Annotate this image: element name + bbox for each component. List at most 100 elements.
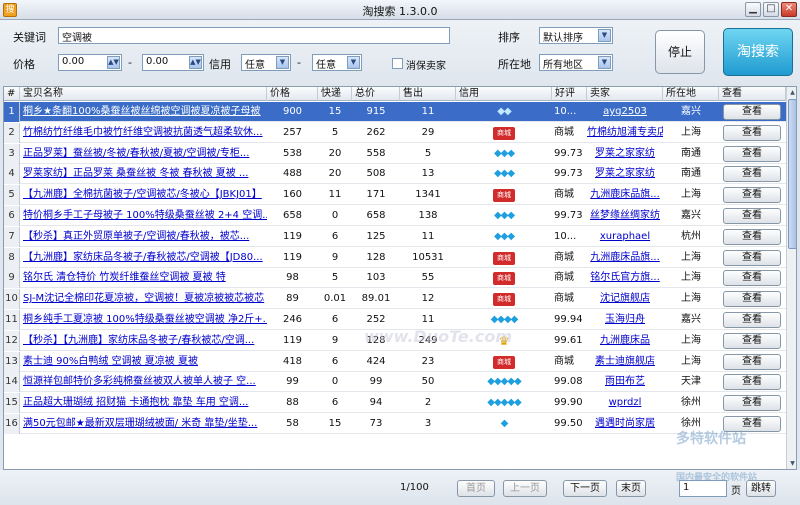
column-header[interactable]: 价格	[267, 87, 318, 101]
scroll-thumb[interactable]	[788, 99, 796, 249]
seller-link[interactable]: 遇遇时尚家居	[587, 414, 663, 434]
seller-link[interactable]: wprdzl	[587, 393, 663, 413]
view-button[interactable]: 查看	[723, 374, 781, 391]
seller-link[interactable]: 玉海归舟	[587, 310, 663, 330]
keyword-input[interactable]: 空调被	[58, 27, 450, 44]
item-name-link[interactable]: SJ-M沈记全棉印花夏凉被，空调被！夏被凉被被芯被芯	[20, 289, 267, 309]
table-row[interactable]: 7 【秒杀】真正外贸原单被子/空调被/春秋被，被芯... 119 6 125 11 ◆◆◆ 1…	[4, 226, 786, 247]
close-button[interactable]: ✕	[781, 2, 797, 17]
minimize-button[interactable]: ▁	[745, 2, 761, 17]
column-header[interactable]: 售出	[400, 87, 456, 101]
item-name-link[interactable]: 满50元包邮★最新双层珊瑚绒被面/ 米奇 靠垫/坐垫...	[20, 414, 267, 434]
first-page-button[interactable]: 首页	[457, 480, 495, 497]
table-row[interactable]: 5 【九洲鹿】全棉抗菌被子/空调被芯/冬被心【JBKJ01】 160 11 171 134…	[4, 185, 786, 206]
vertical-scrollbar[interactable]: ▲ ▼	[786, 87, 796, 469]
sort-select[interactable]: 默认排序 ▼	[539, 27, 613, 44]
view-button[interactable]: 查看	[723, 395, 781, 412]
view-button[interactable]: 查看	[723, 228, 781, 245]
item-name-link[interactable]: 桐乡纯手工夏凉被 100%特级桑蚕丝被空调被 净2斤+...	[20, 310, 267, 330]
credit-min-select[interactable]: 任意 ▼	[241, 54, 291, 71]
positive-rating: 99.94	[554, 314, 583, 325]
last-page-button[interactable]: 末页	[616, 480, 646, 497]
spin-icon[interactable]: ▲▼	[189, 56, 202, 69]
scroll-up-icon[interactable]: ▲	[787, 87, 796, 98]
item-price: 89	[286, 293, 299, 305]
table-row[interactable]: 10 SJ-M沈记全棉印花夏凉被，空调被！夏被凉被被芯被芯 89 0.01 89.01 1…	[4, 289, 786, 310]
item-name-link[interactable]: 素士迪 90%白鸭绒 空调被 夏凉被 夏被	[20, 352, 267, 372]
location-select[interactable]: 所有地区 ▼	[539, 54, 613, 71]
view-button[interactable]: 查看	[723, 332, 781, 349]
table-row[interactable]: 3 正品罗莱】蚕丝被/冬被/春秋被/夏被/空调被/专柜... 538 20 558 5 ◆◆…	[4, 143, 786, 164]
table-row[interactable]: 8 【九洲鹿】家纺床品冬被子/春秋被芯/空调被【JD80... 119 9 128 105…	[4, 247, 786, 268]
seller-link[interactable]: 铭尔氏官方旗...	[587, 268, 663, 288]
column-header[interactable]: 宝贝名称	[20, 87, 267, 101]
view-button[interactable]: 查看	[723, 145, 781, 162]
consumer-protect-checkbox[interactable]	[392, 58, 403, 69]
results-table: # 宝贝名称 价格 快递 总价 售出 信用 好评 卖家 所在地 查看 1 桐乡★条翻100%桑蚕丝被丝…	[3, 86, 797, 470]
view-button[interactable]: 查看	[723, 270, 781, 287]
view-button[interactable]: 查看	[723, 124, 781, 141]
column-header[interactable]: 所在地	[663, 87, 719, 101]
seller-link[interactable]: 罗莱之家家纺	[587, 164, 663, 184]
item-name-link[interactable]: 特价桐乡手工子母被子 100%特级桑蚕丝被 2+4 空调...	[20, 206, 267, 226]
item-name-link[interactable]: 正品超大珊瑚绒 招财猫 卡通抱枕 靠垫 车用 空调...	[20, 393, 267, 413]
item-name-link[interactable]: 铭尔氏 清仓特价 竹炭纤维蚕丝空调被 夏被 特	[20, 268, 267, 288]
item-name-link[interactable]: 罗莱家纺】正品罗莱 桑蚕丝被 冬被 春秋被 夏被 ...	[20, 164, 267, 184]
row-number: 10	[4, 289, 20, 310]
table-row[interactable]: 16 满50元包邮★最新双层珊瑚绒被面/ 米奇 靠垫/坐垫... 58 15 73 3 ◆ 9…	[4, 414, 786, 434]
table-row[interactable]: 14 恒源祥包邮特价多彩纯棉蚕丝被双人被单人被子 空... 99 0 99 50 ◆◆◆◆◆…	[4, 372, 786, 393]
credit-max-select[interactable]: 任意 ▼	[312, 54, 362, 71]
column-header[interactable]: 卖家	[587, 87, 663, 101]
seller-link[interactable]: xuraphael	[587, 227, 663, 247]
spin-icon[interactable]: ▲▼	[107, 56, 120, 69]
view-button[interactable]: 查看	[723, 249, 781, 266]
column-header[interactable]: 快递	[318, 87, 352, 101]
item-total: 508	[366, 168, 386, 180]
table-row[interactable]: 15 正品超大珊瑚绒 招财猫 卡通抱枕 靠垫 车用 空调... 88 6 94 2 ◆◆◆◆…	[4, 393, 786, 414]
next-page-button[interactable]: 下一页	[563, 480, 607, 497]
view-button[interactable]: 查看	[723, 291, 781, 308]
item-name-link[interactable]: 正品罗莱】蚕丝被/冬被/春秋被/夏被/空调被/专柜...	[20, 144, 267, 164]
seller-credit: ◆◆◆◆◆	[456, 372, 552, 392]
seller-link[interactable]: 竹棉纺旭浦专卖店	[587, 123, 663, 143]
seller-link[interactable]: 雨田布艺	[587, 372, 663, 392]
item-name-link[interactable]: 桐乡★条翻100%桑蚕丝被丝绵被空调被夏凉被子母被	[20, 102, 267, 122]
item-name-link[interactable]: 【九洲鹿】全棉抗菌被子/空调被芯/冬被心【JBKJ01】	[20, 185, 267, 205]
view-button[interactable]: 查看	[723, 104, 781, 120]
seller-link[interactable]: 罗莱之家家纺	[587, 144, 663, 164]
seller-link[interactable]: 九洲鹿床品旗...	[587, 185, 663, 205]
table-row[interactable]: 4 罗莱家纺】正品罗莱 桑蚕丝被 冬被 春秋被 夏被 ... 488 20 508 13 ◆…	[4, 164, 786, 185]
view-button[interactable]: 查看	[723, 353, 781, 370]
column-header[interactable]: #	[4, 87, 20, 101]
view-button[interactable]: 查看	[723, 187, 781, 204]
column-header[interactable]: 好评	[552, 87, 587, 101]
price-max-input[interactable]: 0.00 ▲▼	[142, 54, 204, 71]
column-header[interactable]: 查看	[719, 87, 786, 101]
seller-link[interactable]: ayg2503	[587, 102, 663, 122]
item-name-link[interactable]: 【九洲鹿】家纺床品冬被子/春秋被芯/空调被【JD80...	[20, 248, 267, 268]
item-name-link[interactable]: 【秒杀】真正外贸原单被子/空调被/春秋被，被芯...	[20, 227, 267, 247]
seller-link[interactable]: 九洲鹿床品	[587, 331, 663, 351]
view-button[interactable]: 查看	[723, 208, 781, 224]
view-button[interactable]: 查看	[723, 312, 781, 328]
column-header[interactable]: 总价	[352, 87, 400, 101]
stop-button[interactable]: 停止	[655, 30, 705, 74]
column-header[interactable]: 信用	[456, 87, 552, 101]
seller-link[interactable]: 九洲鹿床品旗...	[587, 248, 663, 268]
price-min-input[interactable]: 0.00 ▲▼	[58, 54, 122, 71]
table-row[interactable]: 6 特价桐乡手工子母被子 100%特级桑蚕丝被 2+4 空调... 658 0 658 1…	[4, 206, 786, 226]
table-row[interactable]: 2 竹棉纺竹纤维毛巾被竹纤维空调被抗菌透气超柔软休... 257 5 262 29 商城 商城…	[4, 122, 786, 143]
search-button[interactable]: 淘搜索	[723, 28, 793, 76]
maximize-button[interactable]: □	[763, 2, 779, 17]
item-name-link[interactable]: 恒源祥包邮特价多彩纯棉蚕丝被双人被单人被子 空...	[20, 372, 267, 392]
seller-link[interactable]: 丝梦缘丝绸家纺	[587, 206, 663, 226]
seller-link[interactable]: 素士迪旗舰店	[587, 352, 663, 372]
table-row[interactable]: 13 素士迪 90%白鸭绒 空调被 夏凉被 夏被 418 6 424 23 商城 商城 素士迪旗…	[4, 351, 786, 372]
item-name-link[interactable]: 竹棉纺竹纤维毛巾被竹纤维空调被抗菌透气超柔软休...	[20, 123, 267, 143]
table-row[interactable]: 9 铭尔氏 清仓特价 竹炭纤维蚕丝空调被 夏被 特 98 5 103 55 商城 商城 铭尔氏官…	[4, 268, 786, 289]
prev-page-button[interactable]: 上一页	[503, 480, 547, 497]
seller-link[interactable]: 沈记旗舰店	[587, 289, 663, 309]
item-name-link[interactable]: 【秒杀】【九洲鹿】家纺床品冬被子/春秋被芯/空调...	[20, 331, 267, 351]
table-row[interactable]: 1 桐乡★条翻100%桑蚕丝被丝绵被空调被夏凉被子母被 900 15 915 11 ◆◆ 10…	[4, 102, 786, 122]
view-button[interactable]: 查看	[723, 166, 781, 183]
